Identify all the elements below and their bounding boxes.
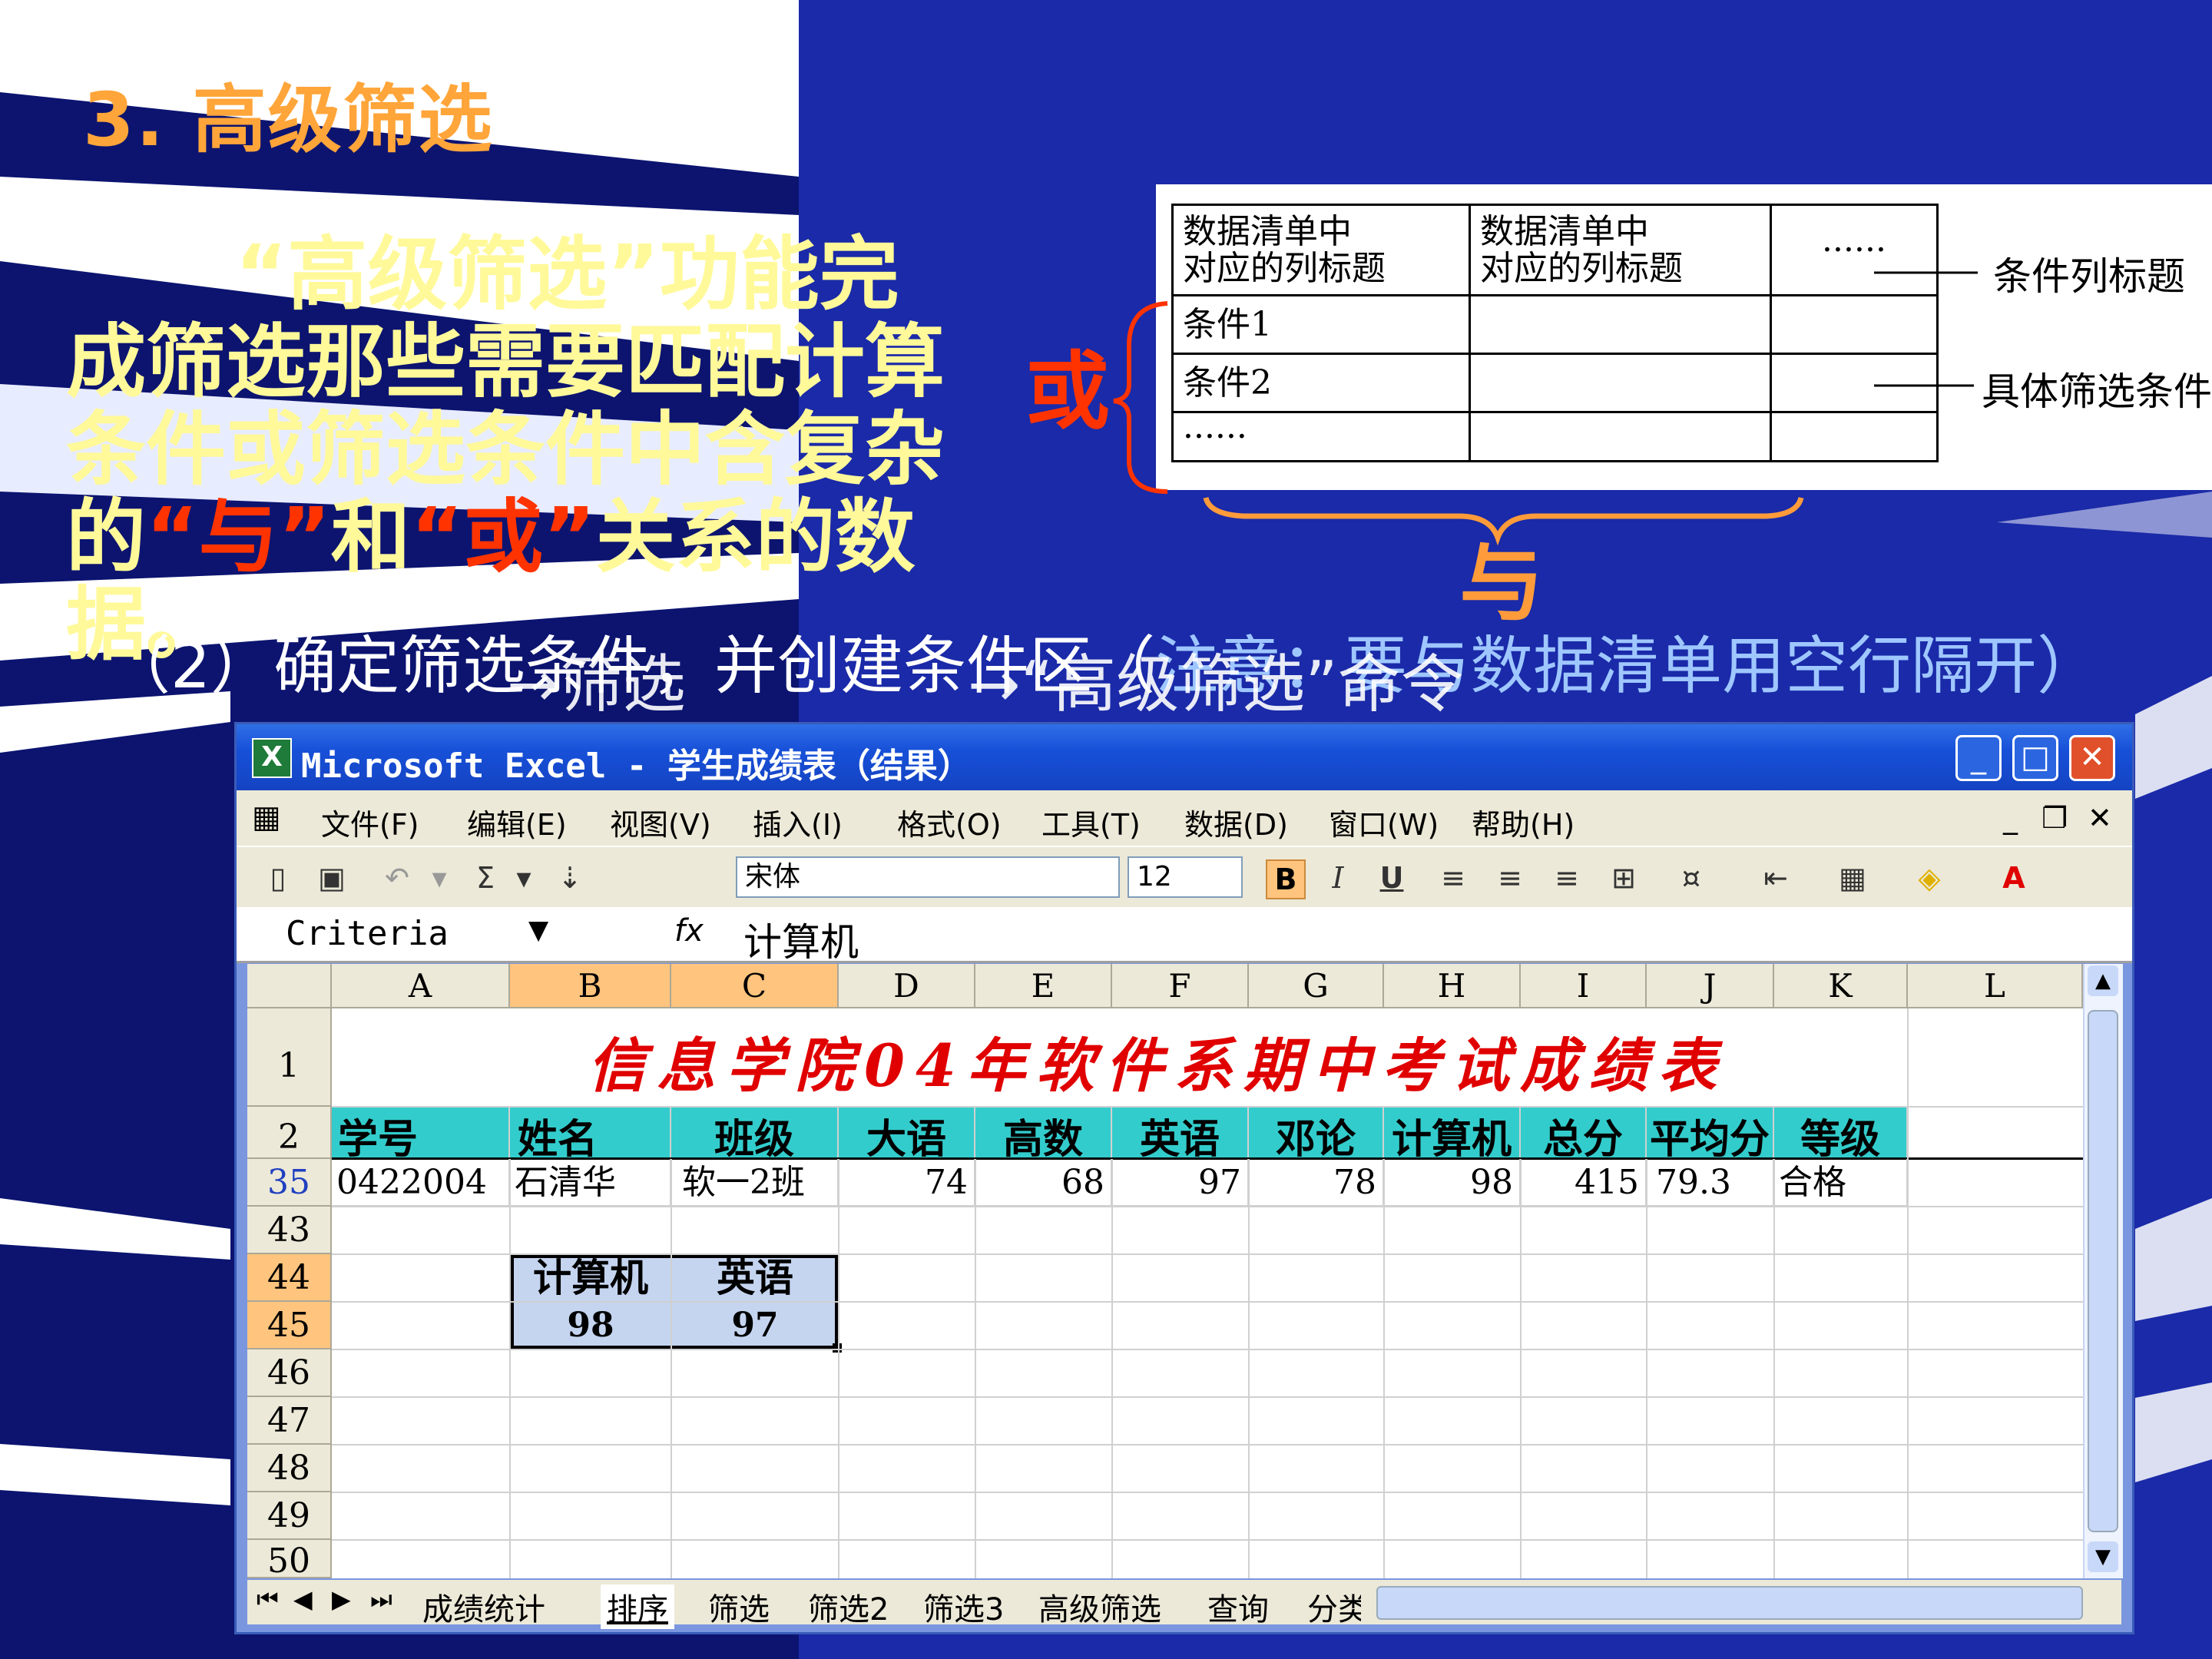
align-right-icon[interactable]: ≡ (1548, 859, 1585, 896)
menu-data[interactable]: 数据(D) (1184, 801, 1288, 843)
merge-center-icon[interactable]: ⊞ (1605, 859, 1642, 896)
window-title: Microsoft Excel - 学生成绩表（结果） (301, 747, 972, 786)
workbook-icon[interactable]: ▦ (252, 800, 281, 835)
currency-icon[interactable]: ¤ (1673, 859, 1710, 896)
underline-icon[interactable]: U (1373, 859, 1410, 896)
excel-window: X Microsoft Excel - 学生成绩表（结果） _ □ ✕ ▦ 文件… (234, 722, 2134, 1634)
maximize-button[interactable]: □ (2012, 735, 2058, 781)
menu-view[interactable]: 视图(V) (610, 801, 711, 843)
menu-help[interactable]: 帮助(H) (1472, 801, 1575, 843)
doc-minimize-icon[interactable]: _ (2003, 801, 2018, 835)
sheet-tab-7[interactable]: 查询 (1207, 1584, 1269, 1629)
name-box[interactable]: Criteria (247, 913, 508, 955)
align-left-icon[interactable]: ≡ (1435, 859, 1472, 896)
sort-ascending-icon[interactable]: ⇣ (551, 859, 588, 896)
overlay-advanced-filter-text: →“高级筛选”命令 (968, 648, 1464, 721)
new-icon[interactable]: ▯ (260, 859, 296, 896)
save-icon[interactable]: ▣ (313, 859, 350, 896)
menu-edit[interactable]: 编辑(E) (467, 801, 567, 843)
vertical-scrollbar[interactable]: ▲ ▼ (2083, 964, 2123, 1578)
minimize-button[interactable]: _ (1955, 735, 2002, 781)
close-button[interactable]: ✕ (2069, 735, 2115, 781)
font-color-icon[interactable]: A (1995, 859, 2032, 896)
menu-format[interactable]: 格式(O) (897, 801, 1002, 843)
tab-prev-icon[interactable]: ◀ (293, 1584, 313, 1614)
sheet-tab-4[interactable]: 筛选2 (808, 1584, 889, 1629)
overlay-filter-text: →筛选 (507, 648, 686, 721)
doc-close-icon[interactable]: ✕ (2088, 801, 2112, 835)
or-label: 或 (1025, 343, 1110, 441)
title-bar[interactable]: X Microsoft Excel - 学生成绩表（结果） _ □ ✕ (237, 724, 2132, 790)
borders-icon[interactable]: ▦ (1834, 859, 1871, 896)
bold-icon[interactable]: B (1266, 859, 1306, 899)
menu-tools[interactable]: 工具(T) (1041, 801, 1141, 843)
sheet-tab-3[interactable]: 筛选 (708, 1584, 770, 1629)
and-label: 与 (1459, 535, 1544, 633)
fx-icon[interactable]: fx (674, 913, 704, 949)
sheet-tabs-bar: ⏮ ◀ ▶ ⏭ 成绩统计 排序 筛选 筛选2 筛选3 高级筛选 查询 分类 (247, 1580, 2121, 1629)
sheet-tab-1[interactable]: 成绩统计 (422, 1584, 545, 1629)
scroll-thumb[interactable] (2088, 1010, 2118, 1532)
font-size-box[interactable]: 12 (1128, 856, 1243, 898)
sheet-tab-8[interactable]: 分类 (1307, 1584, 1361, 1629)
formula-bar: Criteria ▼ fx 计算机 (237, 907, 2132, 965)
autosum-icon[interactable]: Σ (467, 859, 504, 896)
diagram-connectors (1113, 271, 1978, 546)
doc-restore-icon[interactable]: ❐ (2041, 801, 2068, 835)
tab-first-icon[interactable]: ⏮ (257, 1584, 279, 1614)
tab-last-icon[interactable]: ⏭ (370, 1584, 392, 1614)
menu-insert[interactable]: 插入(I) (753, 801, 843, 843)
sheet-tab-5[interactable]: 筛选3 (923, 1584, 1004, 1629)
toolbar: ▯ ▣ ↶ ▾ Σ ▾ ⇣ 宋体 12 B I U ≡ ≡ ≡ ⊞ ¤ ⇤ ▦ … (237, 846, 2132, 909)
undo-icon[interactable]: ↶ (379, 859, 416, 896)
align-center-icon[interactable]: ≡ (1492, 859, 1528, 896)
name-box-dropdown-icon[interactable]: ▼ (528, 915, 548, 945)
indent-icon[interactable]: ⇤ (1757, 859, 1794, 896)
undo-dropdown-icon[interactable]: ▾ (421, 859, 458, 896)
menu-window[interactable]: 窗口(W) (1329, 801, 1439, 843)
cell-gridlines (332, 1008, 2083, 1578)
italic-icon[interactable]: I (1320, 859, 1356, 896)
label-criteria-header: 条件列标题 (1993, 254, 2185, 299)
autosum-dropdown-icon[interactable]: ▾ (505, 859, 542, 896)
worksheet-grid[interactable]: A B C D E F G H I J K L 1 2 35 43 44 45 … (247, 964, 2083, 1578)
sheet-tab-6[interactable]: 高级筛选 (1038, 1584, 1161, 1629)
excel-app-icon: X (252, 738, 292, 778)
menu-bar: ▦ 文件(F) 编辑(E) 视图(V) 插入(I) 格式(O) 工具(T) 数据… (237, 790, 2132, 846)
formula-input[interactable]: 计算机 (743, 912, 859, 967)
fill-color-icon[interactable]: ◈ (1911, 859, 1948, 896)
sheet-tab-2[interactable]: 排序 (601, 1584, 674, 1629)
horizontal-scrollbar[interactable] (1376, 1586, 2083, 1620)
label-specific-conditions: 具体筛选条件 (1982, 369, 2212, 414)
tab-next-icon[interactable]: ▶ (332, 1584, 351, 1614)
scroll-up-icon[interactable]: ▲ (2088, 965, 2118, 996)
font-name-box[interactable]: 宋体 (736, 856, 1120, 898)
scroll-down-icon[interactable]: ▼ (2088, 1541, 2118, 1572)
menu-file[interactable]: 文件(F) (321, 801, 419, 843)
